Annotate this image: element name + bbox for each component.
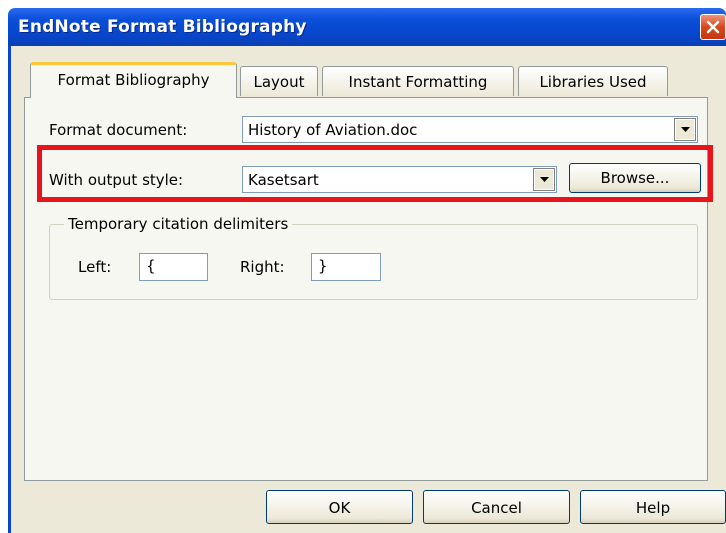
- window-title: EndNote Format Bibliography: [18, 17, 307, 37]
- tab-label: Layout: [253, 73, 305, 91]
- ok-button[interactable]: OK: [266, 490, 413, 524]
- tab-libraries-used[interactable]: Libraries Used: [518, 66, 668, 96]
- chevron-down-icon: [681, 127, 690, 132]
- help-label: Help: [635, 499, 671, 517]
- close-button[interactable]: [700, 14, 726, 40]
- cancel-label: Cancel: [471, 499, 522, 517]
- tab-layout[interactable]: Layout: [240, 66, 318, 96]
- right-delimiter-label: Right:: [240, 258, 285, 276]
- title-bar[interactable]: EndNote Format Bibliography: [8, 8, 726, 46]
- format-document-value: History of Aviation.doc: [248, 121, 418, 139]
- right-delimiter-input[interactable]: }: [311, 253, 381, 281]
- delimiters-group-label: Temporary citation delimiters: [64, 215, 293, 233]
- cancel-button[interactable]: Cancel: [423, 490, 570, 524]
- tab-label: Instant Formatting: [348, 73, 488, 91]
- left-delimiter-label: Left:: [78, 258, 112, 276]
- tab-format-bibliography[interactable]: Format Bibliography: [30, 62, 237, 98]
- help-button[interactable]: Help: [580, 490, 726, 524]
- left-delimiter-value: {: [146, 257, 156, 275]
- format-document-select[interactable]: History of Aviation.doc: [242, 116, 698, 143]
- right-delimiter-value: }: [318, 257, 328, 275]
- tab-instant-formatting[interactable]: Instant Formatting: [322, 66, 514, 96]
- left-delimiter-input[interactable]: {: [139, 253, 208, 281]
- ok-label: OK: [328, 499, 351, 517]
- dropdown-button[interactable]: [674, 118, 696, 141]
- tab-label: Format Bibliography: [57, 71, 210, 89]
- highlight-box: [37, 145, 713, 202]
- close-icon: [706, 20, 720, 34]
- format-document-label: Format document:: [49, 121, 188, 139]
- tab-label: Libraries Used: [539, 73, 647, 91]
